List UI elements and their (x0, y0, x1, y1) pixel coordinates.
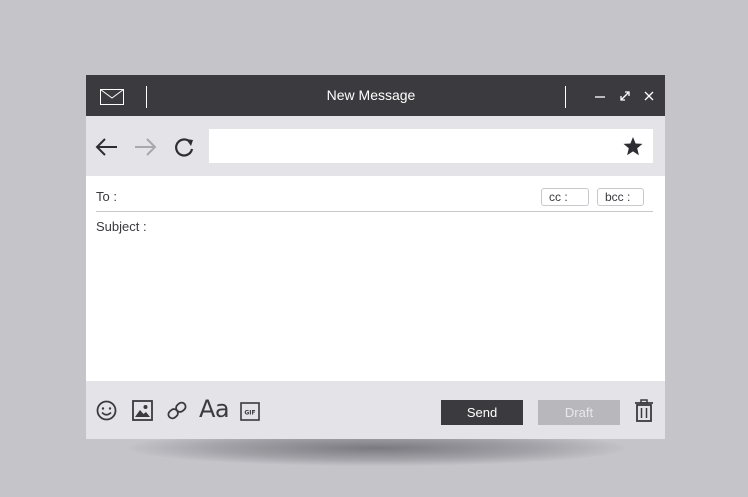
back-arrow-icon[interactable] (95, 136, 119, 158)
title-bar: New Message (86, 75, 665, 116)
bcc-button[interactable]: bcc : (597, 188, 644, 206)
font-icon[interactable]: Aa (199, 395, 230, 423)
address-input[interactable] (209, 129, 653, 163)
gif-label: GIF (244, 410, 255, 417)
minimize-icon[interactable] (593, 89, 607, 103)
message-body[interactable] (86, 212, 665, 380)
draft-button[interactable]: Draft (538, 400, 620, 425)
title-divider (565, 86, 566, 108)
forward-arrow-icon[interactable] (133, 136, 157, 158)
link-icon[interactable] (166, 400, 188, 426)
star-icon[interactable] (623, 137, 643, 161)
emoji-icon[interactable] (96, 400, 117, 426)
window-title: New Message (326, 87, 416, 103)
compose-toolbar: Aa GIF Send Draft (86, 381, 665, 439)
refresh-icon[interactable] (173, 136, 197, 158)
cc-button[interactable]: cc : (541, 188, 589, 206)
gif-icon[interactable]: GIF (240, 402, 260, 426)
expand-icon[interactable] (618, 89, 632, 103)
trash-icon[interactable] (634, 399, 654, 428)
to-field[interactable]: To : cc : bcc : (96, 176, 653, 212)
compose-window: New Message To: cc: bcc: Subject: Aa… (86, 75, 665, 439)
to-label: To : (96, 189, 117, 204)
close-icon[interactable] (642, 89, 656, 103)
navigation-bar (86, 116, 665, 176)
image-icon[interactable] (132, 400, 153, 426)
send-button[interactable]: Send (441, 400, 523, 425)
